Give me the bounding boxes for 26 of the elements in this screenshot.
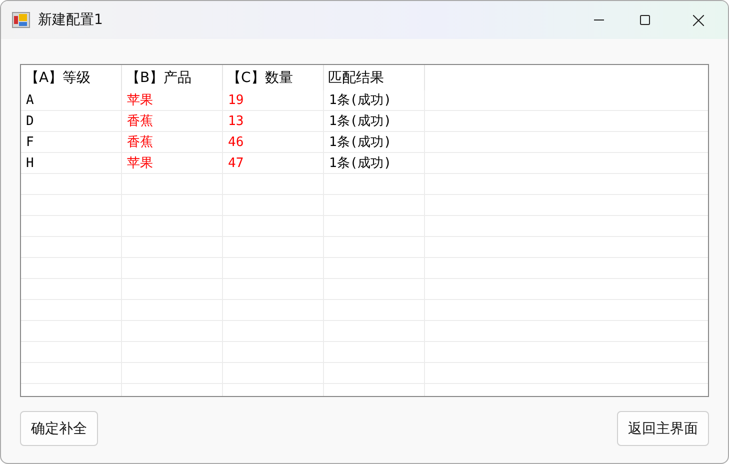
table-cell: H xyxy=(21,152,122,174)
table-cell: 19 xyxy=(222,90,324,110)
table-cell: 1条(成功) xyxy=(324,110,424,132)
table-cell: 46 xyxy=(222,132,324,152)
table-cell: 47 xyxy=(222,152,324,174)
action-button[interactable]: 返回主界面 xyxy=(617,411,709,446)
table-cell: 苹果 xyxy=(122,152,222,174)
table-cell: 香蕉 xyxy=(122,110,222,132)
table-cell: 1条(成功) xyxy=(324,132,424,152)
table-cell: F xyxy=(21,132,122,152)
app-icon xyxy=(12,12,30,28)
action-button[interactable]: 确定补全 xyxy=(20,411,98,446)
window-title: 新建配置1 xyxy=(38,11,103,29)
table-cell: 苹果 xyxy=(122,90,222,110)
column-header[interactable]: 【B】产品 xyxy=(122,65,222,90)
table-cell: A xyxy=(21,90,122,110)
column-header[interactable]: 【C】数量 xyxy=(222,65,324,90)
table-cell: 13 xyxy=(222,110,324,132)
table-cell: 1条(成功) xyxy=(324,152,424,174)
table-cell: D xyxy=(21,110,122,132)
close-icon xyxy=(692,14,704,26)
table-cell: 香蕉 xyxy=(122,132,222,152)
column-header[interactable]: 匹配结果 xyxy=(324,65,424,90)
maximize-icon xyxy=(640,15,650,25)
table-cell: 1条(成功) xyxy=(324,90,424,110)
column-header[interactable]: 【A】等级 xyxy=(21,65,122,90)
